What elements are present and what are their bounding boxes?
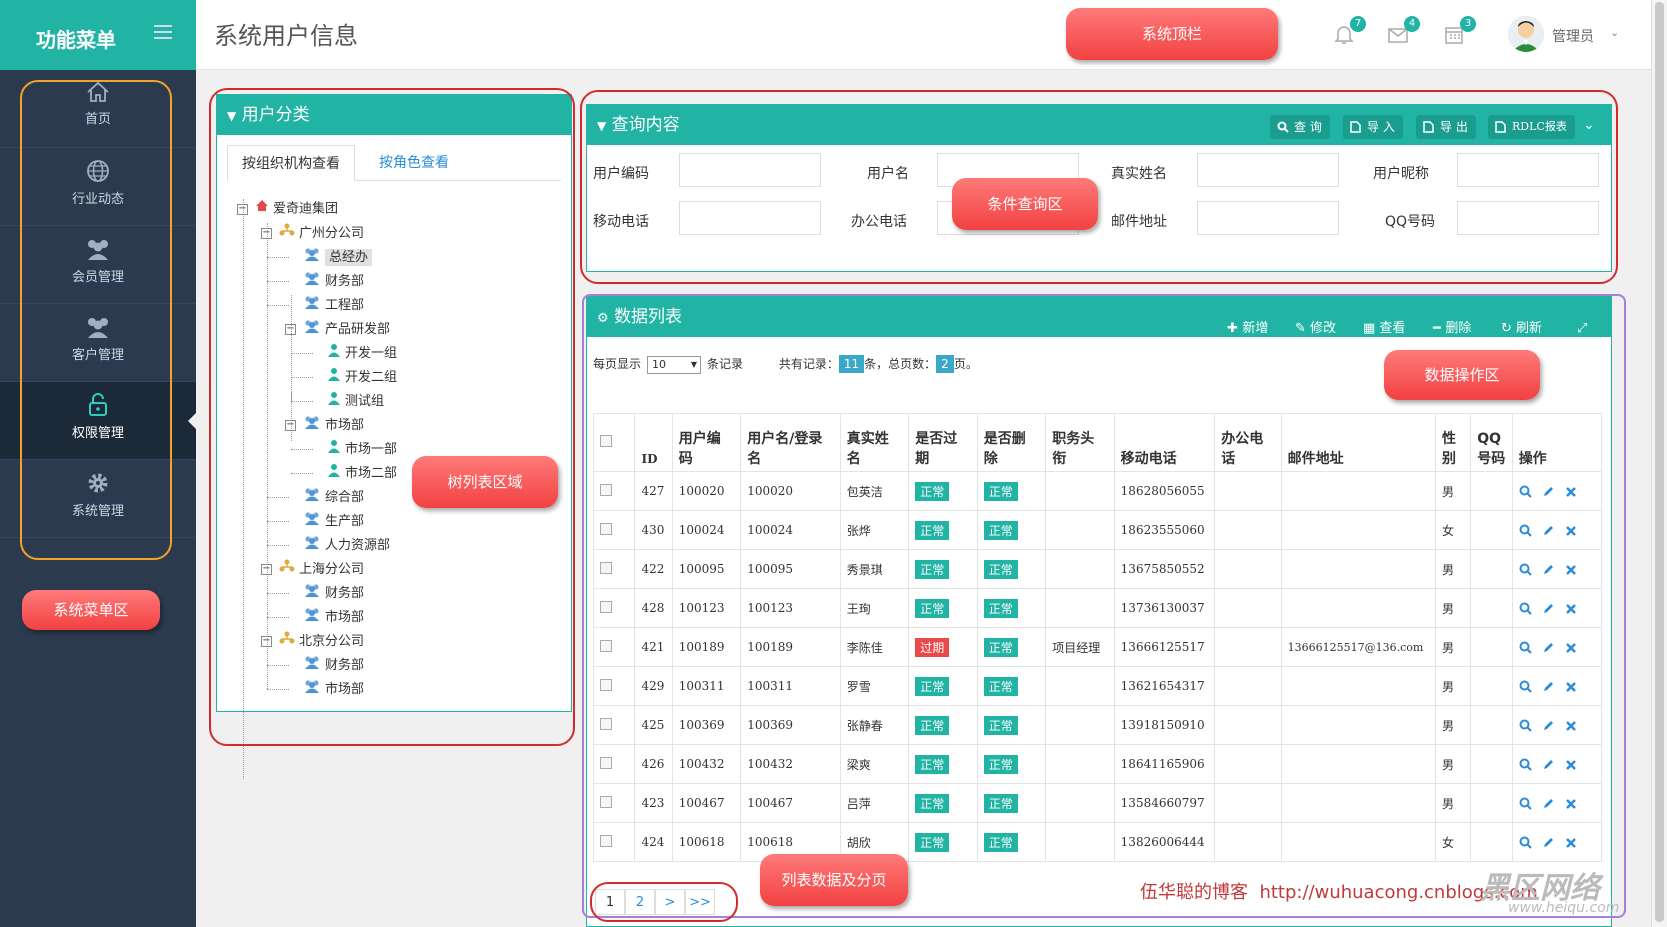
query-area-outline <box>580 90 1618 284</box>
page-title: 系统用户信息 <box>214 22 358 50</box>
task-count-badge: 3 <box>1460 16 1476 32</box>
message-count-badge: 4 <box>1404 16 1420 32</box>
annotation-tree-area: 树列表区域 <box>412 456 558 508</box>
avatar-icon <box>1508 16 1544 52</box>
notifications-button[interactable]: 7 <box>1332 16 1366 48</box>
sidebar-header: 功能菜单 <box>0 0 196 70</box>
messages-button[interactable]: 4 <box>1386 16 1420 48</box>
page-scrollbar[interactable] <box>1651 0 1667 927</box>
tasks-button[interactable]: 3 <box>1442 16 1476 48</box>
annotation-operation-area: 数据操作区 <box>1384 350 1540 400</box>
annotation-query-area: 条件查询区 <box>952 178 1098 230</box>
sidebar-title: 功能菜单 <box>36 28 116 52</box>
chevron-down-icon[interactable]: ⌄ <box>1610 26 1619 39</box>
pagination-outline <box>590 882 738 922</box>
annotation-top-bar: 系统顶栏 <box>1066 8 1278 60</box>
menu-area-outline <box>20 80 172 560</box>
user-avatar[interactable] <box>1508 16 1544 52</box>
annotation-menu-area: 系统菜单区 <box>22 590 160 630</box>
user-name[interactable]: 管理员 <box>1552 26 1594 46</box>
top-bar: 系统用户信息 7 4 3 管理员 ⌄ <box>196 0 1667 70</box>
notification-count-badge: 7 <box>1350 16 1366 32</box>
annotation-list-area: 列表数据及分页 <box>760 854 908 906</box>
menu-toggle-icon[interactable] <box>154 25 172 39</box>
active-indicator <box>188 412 197 430</box>
tree-area-outline <box>209 88 575 746</box>
